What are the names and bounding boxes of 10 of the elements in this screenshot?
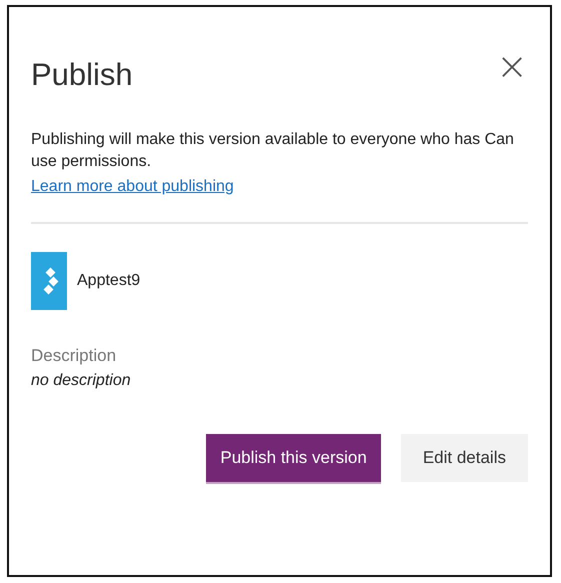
publish-message: Publishing will make this version available to everyone who has Can use permissions. (31, 130, 515, 172)
dialog-title: Publish (31, 57, 133, 93)
description-text: no description (31, 372, 132, 390)
app-name: Apptest9 (77, 272, 140, 290)
edit-details-button[interactable]: Edit details (400, 434, 528, 482)
app-icon (31, 252, 67, 310)
publish-button[interactable]: Publish this version (206, 434, 381, 482)
close-button[interactable]: × (496, 47, 528, 85)
description-label: Description (31, 346, 118, 366)
learn-more-link[interactable]: Learn more about publishing (31, 178, 234, 196)
